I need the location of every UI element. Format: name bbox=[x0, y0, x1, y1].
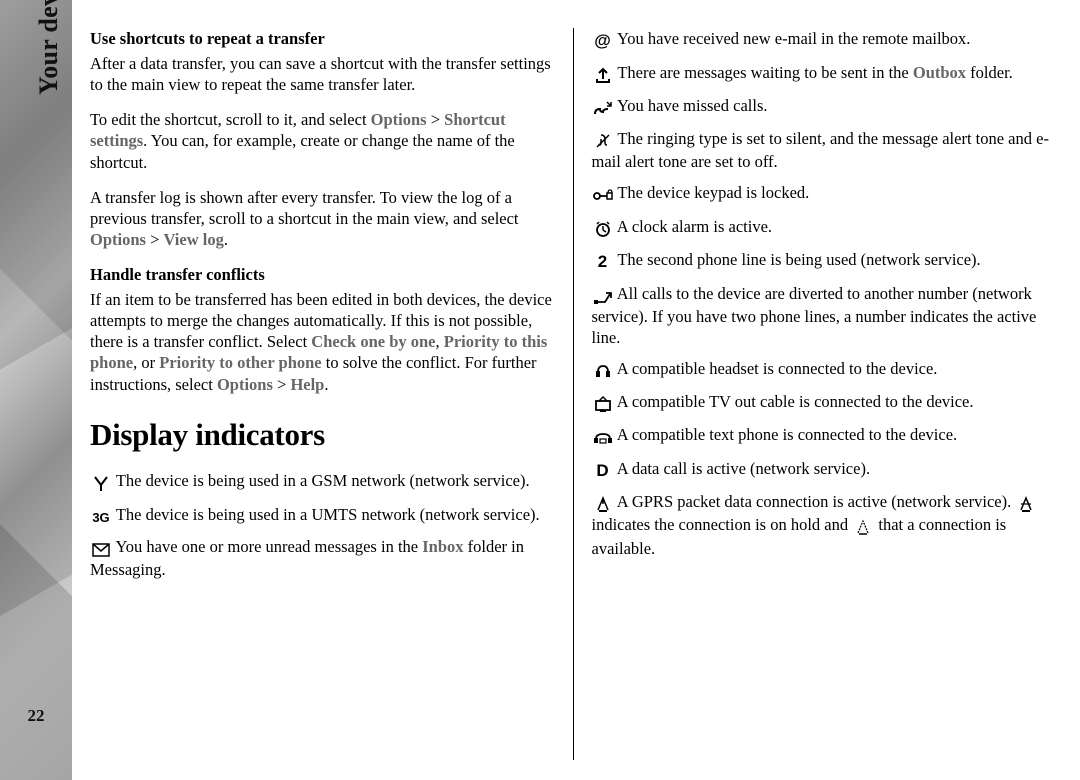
side-tab: Your device 22 bbox=[0, 0, 72, 780]
para-conflicts: If an item to be transferred has been ed… bbox=[90, 289, 555, 395]
indicator-keypad-locked: The device keypad is locked. bbox=[592, 182, 1057, 205]
missed-call-icon bbox=[592, 99, 614, 118]
text: . bbox=[324, 375, 328, 394]
text: You have received new e-mail in the remo… bbox=[614, 29, 971, 48]
text: indicates the connection is on hold and bbox=[592, 515, 853, 534]
text: You have missed calls. bbox=[614, 96, 768, 115]
heading-shortcuts: Use shortcuts to repeat a transfer bbox=[90, 28, 555, 49]
indicator-missed-calls: You have missed calls. bbox=[592, 95, 1057, 118]
divert-icon bbox=[592, 287, 614, 306]
text: . You can, for example, create or change… bbox=[90, 131, 515, 171]
text: > bbox=[273, 375, 291, 394]
para-shortcuts-2: To edit the shortcut, scroll to it, and … bbox=[90, 109, 555, 172]
folder-outbox: Outbox bbox=[913, 63, 966, 82]
text: The device is being used in a UMTS netwo… bbox=[112, 505, 540, 524]
text: The device is being used in a GSM networ… bbox=[112, 471, 530, 490]
text: A GPRS packet data connection is active … bbox=[614, 492, 1016, 511]
indicator-gprs: A GPRS packet data connection is active … bbox=[592, 491, 1057, 558]
heading-conflicts: Handle transfer conflicts bbox=[90, 264, 555, 285]
indicator-silent: The ringing type is set to silent, and t… bbox=[592, 128, 1057, 172]
antenna-icon bbox=[90, 474, 112, 493]
text: > bbox=[146, 230, 164, 249]
indicator-headset: A compatible headset is connected to the… bbox=[592, 358, 1057, 381]
indicator-datacall: D A data call is active (network service… bbox=[592, 458, 1057, 482]
text: The second phone line is being used (net… bbox=[614, 250, 981, 269]
outbox-icon bbox=[592, 66, 614, 85]
gprs-active-icon bbox=[592, 495, 614, 514]
text: A compatible TV out cable is connected t… bbox=[614, 392, 974, 411]
opt-priority-other: Priority to other phone bbox=[159, 353, 321, 372]
text: The device keypad is locked. bbox=[614, 183, 810, 202]
indicator-outbox: There are messages waiting to be sent in… bbox=[592, 62, 1057, 85]
heading-display-indicators: Display indicators bbox=[90, 415, 555, 455]
menu-help: Help bbox=[290, 375, 324, 394]
key-lock-icon bbox=[592, 186, 614, 205]
headset-icon bbox=[592, 362, 614, 381]
textphone-icon bbox=[592, 428, 614, 447]
silent-icon bbox=[592, 132, 614, 151]
text: . bbox=[224, 230, 228, 249]
envelope-icon bbox=[90, 540, 112, 559]
menu-options: Options bbox=[90, 230, 146, 249]
page-content: Use shortcuts to repeat a transfer After… bbox=[72, 0, 1080, 780]
text: The ringing type is set to silent, and t… bbox=[592, 129, 1049, 171]
indicator-divert: All calls to the device are diverted to … bbox=[592, 283, 1057, 348]
indicator-inbox: You have one or more unread messages in … bbox=[90, 536, 555, 580]
para-shortcuts-3: A transfer log is shown after every tran… bbox=[90, 187, 555, 250]
text: A data call is active (network service). bbox=[614, 459, 871, 478]
menu-options: Options bbox=[371, 110, 427, 129]
gprs-avail-icon bbox=[852, 518, 874, 537]
text: There are messages waiting to be sent in… bbox=[614, 63, 913, 82]
gprs-hold-icon bbox=[1015, 495, 1037, 514]
text: , bbox=[436, 332, 444, 351]
folder-inbox: Inbox bbox=[422, 537, 463, 556]
indicator-3g: 3G The device is being used in a UMTS ne… bbox=[90, 504, 555, 527]
text: You have one or more unread messages in … bbox=[112, 537, 422, 556]
text: folder. bbox=[966, 63, 1013, 82]
line2-icon: 2 bbox=[592, 251, 614, 273]
side-section-label: Your device bbox=[34, 0, 64, 95]
3g-icon: 3G bbox=[90, 510, 112, 527]
page-number: 22 bbox=[0, 706, 72, 726]
indicator-textphone: A compatible text phone is connected to … bbox=[592, 424, 1057, 447]
indicator-line2: 2 The second phone line is being used (n… bbox=[592, 249, 1057, 273]
indicator-tvout: A compatible TV out cable is connected t… bbox=[592, 391, 1057, 414]
menu-options: Options bbox=[217, 375, 273, 394]
indicator-alarm: A clock alarm is active. bbox=[592, 216, 1057, 239]
opt-check-one: Check one by one bbox=[311, 332, 435, 351]
text: A compatible headset is connected to the… bbox=[614, 359, 938, 378]
text: A compatible text phone is connected to … bbox=[614, 425, 958, 444]
left-column: Use shortcuts to repeat a transfer After… bbox=[90, 28, 573, 760]
tvout-icon bbox=[592, 395, 614, 414]
para-shortcuts-1: After a data transfer, you can save a sh… bbox=[90, 53, 555, 95]
indicator-gsm: The device is being used in a GSM networ… bbox=[90, 470, 555, 493]
text: , or bbox=[133, 353, 159, 372]
alarm-clock-icon bbox=[592, 220, 614, 239]
right-column: @ You have received new e-mail in the re… bbox=[573, 28, 1057, 760]
datacall-icon: D bbox=[592, 460, 614, 482]
text: All calls to the device are diverted to … bbox=[592, 284, 1037, 347]
text: > bbox=[427, 110, 445, 129]
text: To edit the shortcut, scroll to it, and … bbox=[90, 110, 371, 129]
at-icon: @ bbox=[592, 30, 614, 52]
text: A transfer log is shown after every tran… bbox=[90, 188, 519, 228]
indicator-remote-email: @ You have received new e-mail in the re… bbox=[592, 28, 1057, 52]
menu-view-log: View log bbox=[164, 230, 224, 249]
text: A clock alarm is active. bbox=[614, 217, 773, 236]
